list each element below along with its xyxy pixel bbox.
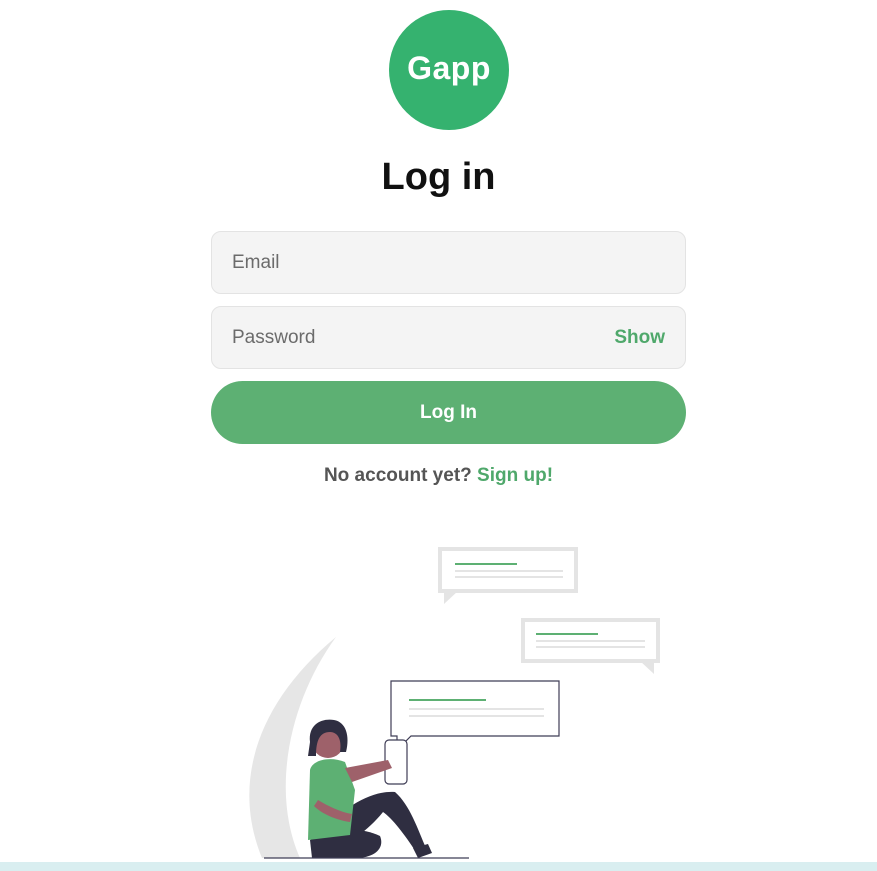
- person-texting-illustration: [249, 547, 660, 859]
- login-page: Gapp Log in Show Log In No account yet? …: [0, 0, 877, 871]
- chat-bubble-bottom: [390, 680, 560, 752]
- chat-bubble-top: [438, 547, 578, 604]
- chat-bubble-middle: [521, 618, 660, 674]
- person-figure: [308, 719, 432, 858]
- bottom-strip: [0, 862, 877, 871]
